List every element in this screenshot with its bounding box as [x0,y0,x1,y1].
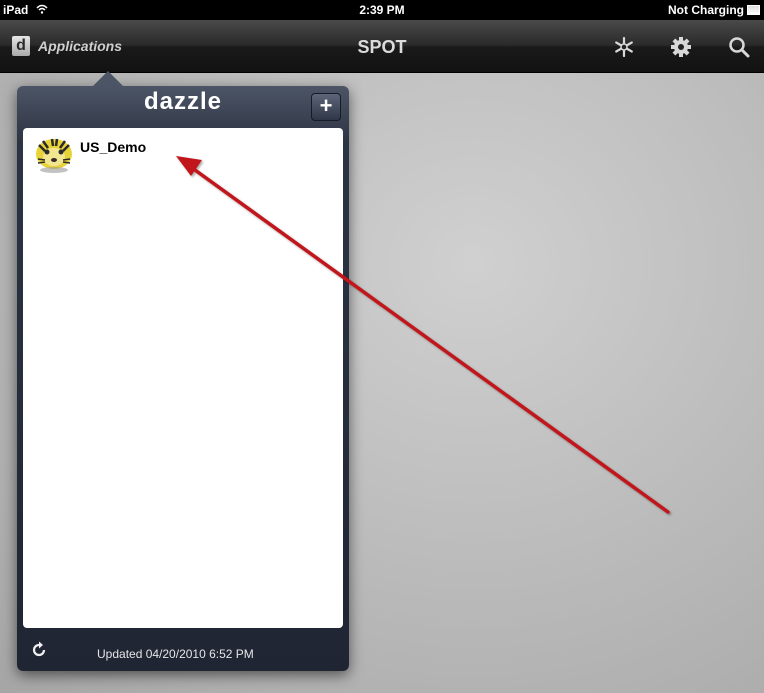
battery-icon [747,5,760,15]
page-title: SPOT [357,37,407,57]
refresh-icon[interactable] [29,640,49,660]
status-right: Not Charging [668,3,760,17]
tiger-icon [33,133,75,173]
gear-icon[interactable] [669,35,693,59]
search-icon[interactable] [727,35,751,59]
status-time: 2:39 PM [359,3,405,17]
snowflake-icon[interactable] [612,35,636,59]
status-bar: iPad 2:39 PM Not Charging [0,0,764,20]
nav-bar: d Applications SPOT [0,20,764,73]
charging-status: Not Charging [668,3,744,17]
updated-timestamp: Updated 04/20/2010 6:52 PM [97,647,254,661]
app-name: US_Demo [80,139,147,155]
popover-arrow [93,71,123,86]
applications-popover: dazzle + US_Demo Updated 04/20/2010 6:52… [17,71,349,671]
applications-list: US_Demo [23,128,343,628]
list-item[interactable]: US_Demo [33,133,146,173]
popover-title: dazzle [143,88,223,115]
add-button[interactable]: + [311,93,341,121]
